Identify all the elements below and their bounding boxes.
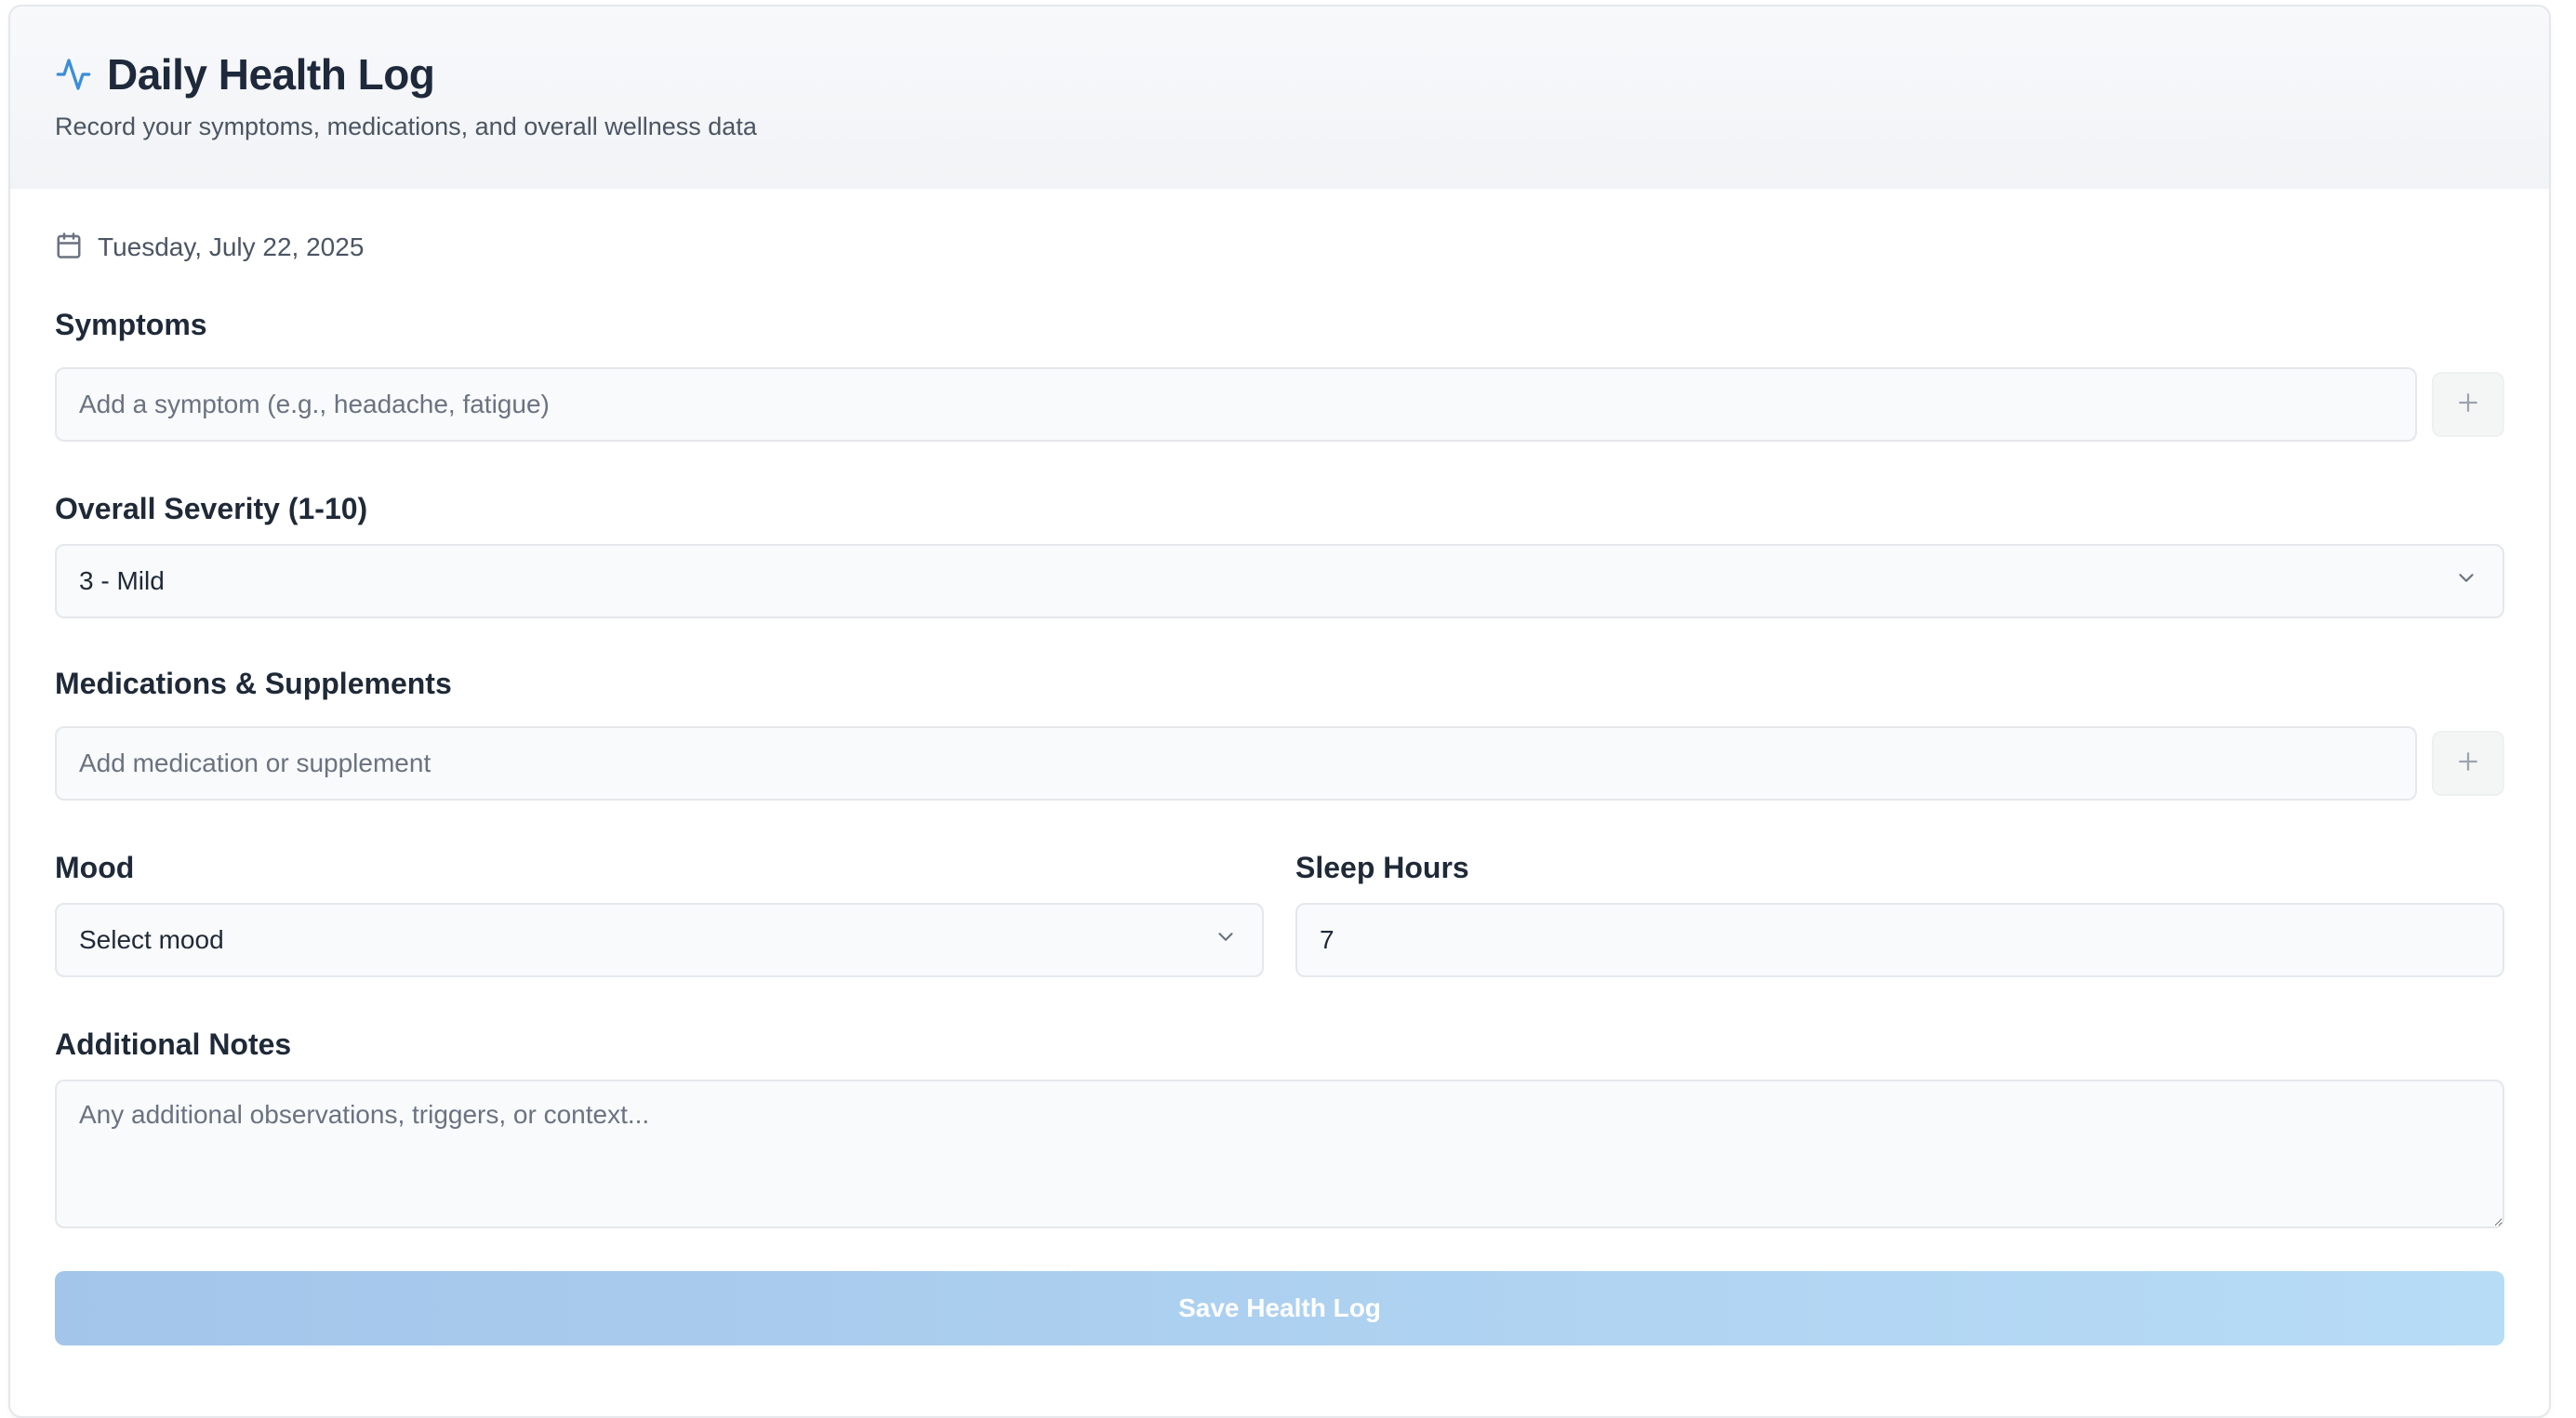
add-symptom-button[interactable] (2432, 372, 2504, 437)
save-health-log-button[interactable]: Save Health Log (55, 1271, 2504, 1345)
chevron-down-icon (2454, 566, 2478, 597)
notes-label: Additional Notes (55, 1027, 292, 1061)
card-header: Daily Health Log Record your symptoms, m… (10, 7, 2549, 189)
medications-label: Medications & Supplements (55, 667, 452, 700)
sleep-section: Sleep Hours (1295, 849, 2504, 977)
severity-section: Overall Severity (1-10) 3 - Mild (55, 490, 2504, 618)
symptoms-label: Symptoms (55, 308, 207, 341)
severity-label: Overall Severity (1-10) (55, 492, 368, 525)
plus-icon (2454, 389, 2482, 421)
form-body: Tuesday, July 22, 2025 Symptoms Overall … (10, 189, 2549, 1345)
health-log-card: Daily Health Log Record your symptoms, m… (8, 5, 2551, 1418)
mood-sleep-row: Mood Select mood Sleep Hours (55, 849, 2504, 977)
page-subtitle: Record your symptoms, medications, and o… (55, 113, 757, 140)
page-title: Daily Health Log (107, 50, 435, 99)
symptom-input[interactable] (55, 367, 2417, 442)
medication-input[interactable] (55, 726, 2417, 801)
severity-selected-value: 3 - Mild (79, 566, 165, 595)
sleep-hours-input[interactable] (1295, 903, 2504, 977)
severity-select[interactable]: 3 - Mild (55, 544, 2504, 618)
notes-section: Additional Notes (55, 1026, 2504, 1228)
mood-selected-value: Select mood (79, 925, 224, 954)
mood-section: Mood Select mood (55, 849, 1264, 977)
date-text: Tuesday, July 22, 2025 (98, 232, 365, 261)
activity-icon (55, 56, 92, 93)
mood-label: Mood (55, 851, 135, 884)
calendar-icon (55, 232, 83, 264)
medications-input-row (55, 726, 2504, 801)
sleep-label: Sleep Hours (1295, 851, 1469, 884)
plus-icon (2454, 748, 2482, 780)
chevron-down-icon (1214, 925, 1238, 956)
title-row: Daily Health Log (55, 49, 2504, 99)
date-row: Tuesday, July 22, 2025 (55, 226, 2504, 269)
notes-textarea[interactable] (55, 1080, 2504, 1228)
symptoms-input-row (55, 367, 2504, 442)
mood-select[interactable]: Select mood (55, 903, 1264, 977)
symptoms-section: Symptoms (55, 306, 2504, 442)
add-medication-button[interactable] (2432, 731, 2504, 796)
medications-section: Medications & Supplements (55, 665, 2504, 801)
